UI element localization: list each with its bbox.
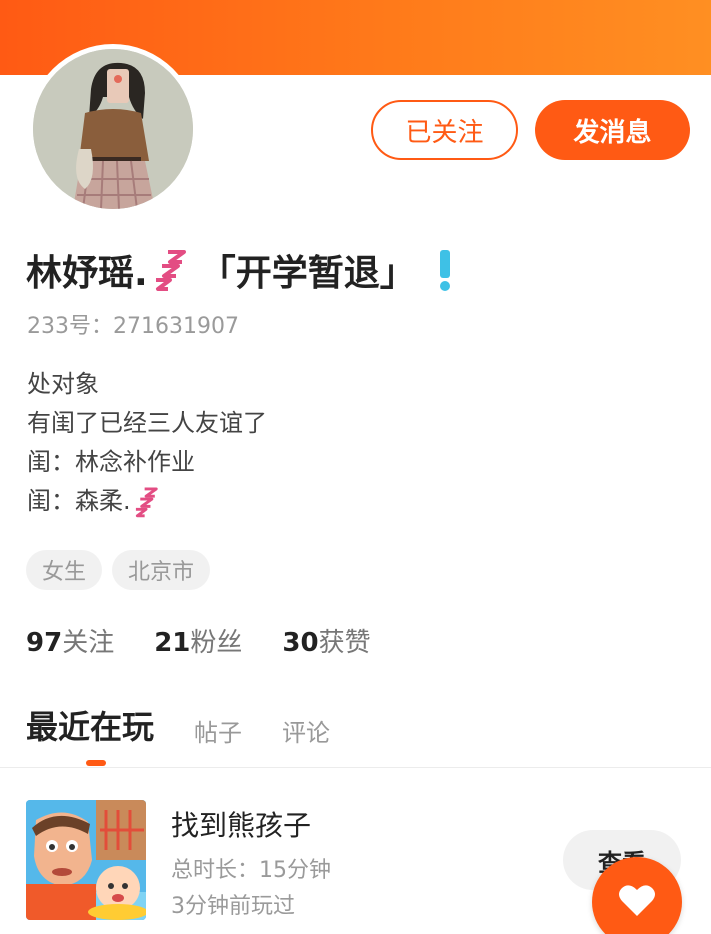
zzz-icon bbox=[133, 486, 165, 518]
follow-button[interactable]: 已关注 bbox=[371, 100, 518, 160]
stat-following-label: 关注 bbox=[62, 628, 115, 658]
stat-following[interactable]: 97关注 bbox=[26, 622, 114, 659]
profile-name: 林妤瑶. bbox=[26, 253, 148, 294]
tab-posts[interactable]: 帖子 bbox=[194, 713, 242, 748]
game-last-played: 3分钟前玩过 bbox=[171, 894, 295, 919]
exclamation-icon bbox=[430, 248, 460, 292]
message-button[interactable]: 发消息 bbox=[535, 100, 690, 160]
tab-recently-played[interactable]: 最近在玩 bbox=[26, 702, 154, 748]
zzz-icon bbox=[152, 248, 196, 292]
avatar[interactable] bbox=[28, 44, 198, 214]
tag-location: 北京市 bbox=[112, 550, 211, 590]
heart-icon bbox=[618, 883, 656, 921]
bio-line: 处对象 bbox=[27, 370, 99, 398]
bio: 处对象 有闺了已经三人友谊了 闺：林念补作业 闺：森柔. bbox=[27, 365, 267, 521]
game-duration: 总时长：15分钟 bbox=[171, 858, 331, 883]
game-title: 找到熊孩子 bbox=[171, 809, 312, 842]
profile-stats: 97关注 21粉丝 30获赞 bbox=[26, 622, 371, 659]
stat-likes-value: 30 bbox=[282, 628, 319, 658]
stat-likes-label: 获赞 bbox=[318, 628, 371, 658]
stat-fans-value: 21 bbox=[154, 628, 191, 658]
bio-line: 有闺了已经三人友谊了 bbox=[27, 409, 267, 437]
bio-line-last: 闺：森柔. bbox=[27, 482, 267, 521]
list-item[interactable]: 找到熊孩子 总时长：15分钟 3分钟前玩过 查看 bbox=[26, 800, 686, 920]
profile-tags: 女生 北京市 bbox=[26, 550, 211, 590]
stat-fans-label: 粉丝 bbox=[190, 628, 243, 658]
profile-name-suffix: 「开学暂退」 bbox=[199, 253, 416, 294]
stat-likes[interactable]: 30获赞 bbox=[282, 622, 370, 659]
tab-comments[interactable]: 评论 bbox=[282, 713, 330, 748]
profile-tabs: 最近在玩 帖子 评论 bbox=[26, 700, 330, 748]
game-thumbnail bbox=[26, 800, 146, 920]
tag-gender: 女生 bbox=[26, 550, 103, 590]
stat-following-value: 97 bbox=[26, 628, 63, 658]
profile-name-row: 林妤瑶. 「开学暂退」 bbox=[26, 244, 460, 296]
stat-fans[interactable]: 21粉丝 bbox=[154, 622, 242, 659]
divider bbox=[0, 767, 711, 768]
active-tab-indicator bbox=[86, 760, 106, 766]
bio-line-text: 闺：森柔. bbox=[27, 487, 131, 515]
user-id: 233号：271631907 bbox=[27, 314, 239, 339]
bio-line: 闺：林念补作业 bbox=[27, 448, 195, 476]
